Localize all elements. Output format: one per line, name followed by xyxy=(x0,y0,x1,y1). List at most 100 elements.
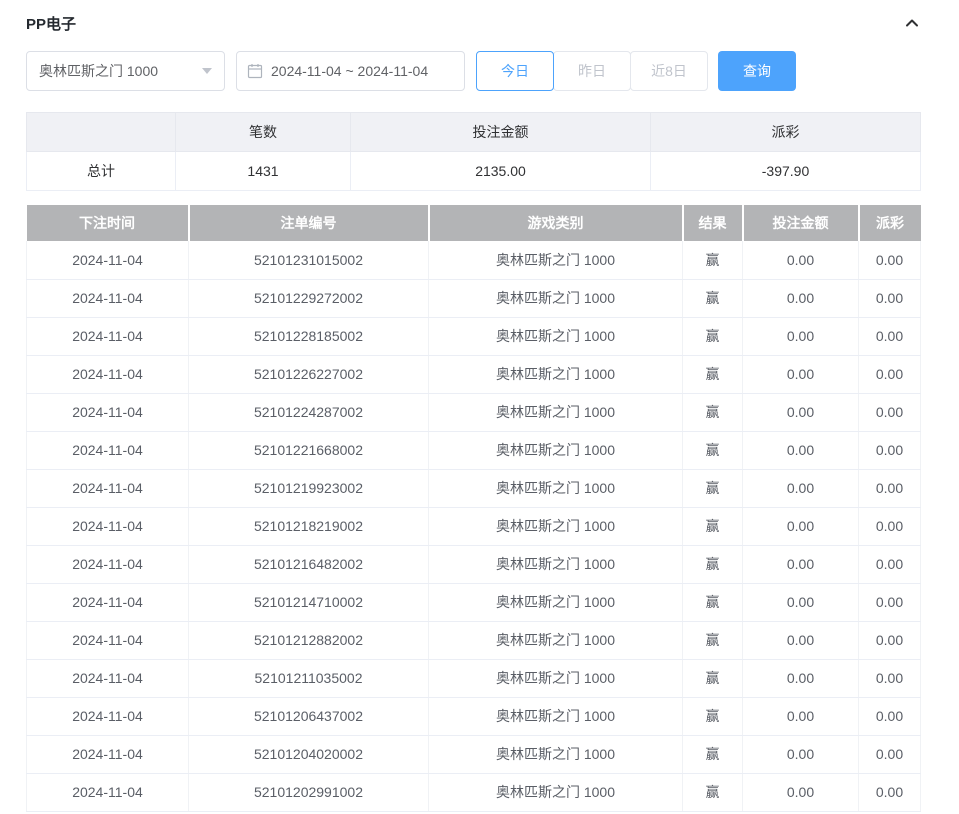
bet-time-cell: 2024-11-04 xyxy=(27,545,189,583)
order-id-cell: 52101211035002 xyxy=(189,659,429,697)
result-cell: 赢 xyxy=(683,545,743,583)
payout-cell: 0.00 xyxy=(859,659,921,697)
bet-amount-cell: 0.00 xyxy=(743,583,859,621)
result-cell: 赢 xyxy=(683,355,743,393)
bet-row: 2024-11-04 52101211035002 奥林匹斯之门 1000 赢 … xyxy=(27,659,921,697)
summary-total-label: 总计 xyxy=(27,152,176,191)
bet-time-cell: 2024-11-04 xyxy=(27,355,189,393)
summary-payout-value: -397.90 xyxy=(651,152,921,191)
bet-amount-cell: 0.00 xyxy=(743,431,859,469)
payout-cell: 0.00 xyxy=(859,279,921,317)
result-cell: 赢 xyxy=(683,583,743,621)
bet-row: 2024-11-04 52101206437002 奥林匹斯之门 1000 赢 … xyxy=(27,697,921,735)
bet-row: 2024-11-04 52101226227002 奥林匹斯之门 1000 赢 … xyxy=(27,355,921,393)
quick-filter-group: 今日 昨日 近8日 xyxy=(476,51,708,91)
order-id-cell: 52101224287002 xyxy=(189,393,429,431)
payout-cell: 0.00 xyxy=(859,355,921,393)
bet-table-body: 2024-11-04 52101231015002 奥林匹斯之门 1000 赢 … xyxy=(27,241,921,811)
bet-time-cell: 2024-11-04 xyxy=(27,659,189,697)
bet-header-time: 下注时间 xyxy=(27,205,189,241)
bet-row: 2024-11-04 52101219923002 奥林匹斯之门 1000 赢 … xyxy=(27,469,921,507)
game-type-cell: 奥林匹斯之门 1000 xyxy=(429,507,683,545)
result-cell: 赢 xyxy=(683,697,743,735)
summary-header-bet-amount: 投注金额 xyxy=(351,113,651,152)
bet-amount-cell: 0.00 xyxy=(743,241,859,279)
game-type-cell: 奥林匹斯之门 1000 xyxy=(429,317,683,355)
summary-header-blank xyxy=(27,113,176,152)
select-caret-icon xyxy=(202,68,212,74)
result-cell: 赢 xyxy=(683,469,743,507)
bet-row: 2024-11-04 52101229272002 奥林匹斯之门 1000 赢 … xyxy=(27,279,921,317)
game-type-cell: 奥林匹斯之门 1000 xyxy=(429,355,683,393)
payout-cell: 0.00 xyxy=(859,507,921,545)
summary-table: 笔数 投注金额 派彩 总计 1431 2135.00 -397.90 xyxy=(26,112,921,191)
bet-header-payout: 派彩 xyxy=(859,205,921,241)
bet-time-cell: 2024-11-04 xyxy=(27,393,189,431)
bet-row: 2024-11-04 52101214710002 奥林匹斯之门 1000 赢 … xyxy=(27,583,921,621)
bet-header-order-id: 注单编号 xyxy=(189,205,429,241)
game-type-cell: 奥林匹斯之门 1000 xyxy=(429,545,683,583)
bet-time-cell: 2024-11-04 xyxy=(27,697,189,735)
bet-amount-cell: 0.00 xyxy=(743,393,859,431)
summary-header-count: 笔数 xyxy=(176,113,351,152)
order-id-cell: 52101214710002 xyxy=(189,583,429,621)
bet-row: 2024-11-04 52101216482002 奥林匹斯之门 1000 赢 … xyxy=(27,545,921,583)
panel-title: PP电子 xyxy=(26,13,76,34)
date-range-picker[interactable]: 2024-11-04 ~ 2024-11-04 xyxy=(236,51,465,91)
bet-row: 2024-11-04 52101204020002 奥林匹斯之门 1000 赢 … xyxy=(27,735,921,773)
bet-row: 2024-11-04 52101218219002 奥林匹斯之门 1000 赢 … xyxy=(27,507,921,545)
bet-amount-cell: 0.00 xyxy=(743,659,859,697)
bet-table: 下注时间 注单编号 游戏类别 结果 投注金额 派彩 2024-11-04 521… xyxy=(26,205,921,812)
bet-amount-cell: 0.00 xyxy=(743,773,859,811)
collapse-chevron-up-icon[interactable] xyxy=(904,15,920,31)
order-id-cell: 52101228185002 xyxy=(189,317,429,355)
summary-total-row: 总计 1431 2135.00 -397.90 xyxy=(27,152,921,191)
bet-time-cell: 2024-11-04 xyxy=(27,279,189,317)
bet-amount-cell: 0.00 xyxy=(743,697,859,735)
game-select[interactable]: 奥林匹斯之门 1000 xyxy=(26,51,225,91)
result-cell: 赢 xyxy=(683,621,743,659)
game-type-cell: 奥林匹斯之门 1000 xyxy=(429,659,683,697)
payout-cell: 0.00 xyxy=(859,393,921,431)
game-type-cell: 奥林匹斯之门 1000 xyxy=(429,697,683,735)
order-id-cell: 52101202991002 xyxy=(189,773,429,811)
bet-row: 2024-11-04 52101231015002 奥林匹斯之门 1000 赢 … xyxy=(27,241,921,279)
result-cell: 赢 xyxy=(683,241,743,279)
order-id-cell: 52101231015002 xyxy=(189,241,429,279)
result-cell: 赢 xyxy=(683,431,743,469)
panel-header: PP电子 xyxy=(26,12,920,34)
search-button[interactable]: 查询 xyxy=(718,51,796,91)
payout-cell: 0.00 xyxy=(859,621,921,659)
bet-row: 2024-11-04 52101221668002 奥林匹斯之门 1000 赢 … xyxy=(27,431,921,469)
bet-amount-cell: 0.00 xyxy=(743,735,859,773)
bet-amount-cell: 0.00 xyxy=(743,469,859,507)
quick-filter-yesterday-button[interactable]: 昨日 xyxy=(553,51,631,91)
payout-cell: 0.00 xyxy=(859,545,921,583)
payout-cell: 0.00 xyxy=(859,735,921,773)
result-cell: 赢 xyxy=(683,393,743,431)
order-id-cell: 52101216482002 xyxy=(189,545,429,583)
bet-row: 2024-11-04 52101202991002 奥林匹斯之门 1000 赢 … xyxy=(27,773,921,811)
order-id-cell: 52101212882002 xyxy=(189,621,429,659)
order-id-cell: 52101206437002 xyxy=(189,697,429,735)
game-type-cell: 奥林匹斯之门 1000 xyxy=(429,735,683,773)
quick-filter-last8days-button[interactable]: 近8日 xyxy=(630,51,708,91)
order-id-cell: 52101221668002 xyxy=(189,431,429,469)
summary-count-value: 1431 xyxy=(176,152,351,191)
bet-time-cell: 2024-11-04 xyxy=(27,241,189,279)
payout-cell: 0.00 xyxy=(859,773,921,811)
bet-time-cell: 2024-11-04 xyxy=(27,735,189,773)
order-id-cell: 52101204020002 xyxy=(189,735,429,773)
order-id-cell: 52101226227002 xyxy=(189,355,429,393)
calendar-icon xyxy=(247,63,263,79)
result-cell: 赢 xyxy=(683,317,743,355)
result-cell: 赢 xyxy=(683,735,743,773)
filter-bar: 奥林匹斯之门 1000 2024-11-04 ~ 2024-11-04 今日 昨… xyxy=(26,51,920,91)
payout-cell: 0.00 xyxy=(859,431,921,469)
result-cell: 赢 xyxy=(683,773,743,811)
quick-filter-today-button[interactable]: 今日 xyxy=(476,51,554,91)
payout-cell: 0.00 xyxy=(859,317,921,355)
game-type-cell: 奥林匹斯之门 1000 xyxy=(429,773,683,811)
payout-cell: 0.00 xyxy=(859,697,921,735)
bet-amount-cell: 0.00 xyxy=(743,355,859,393)
